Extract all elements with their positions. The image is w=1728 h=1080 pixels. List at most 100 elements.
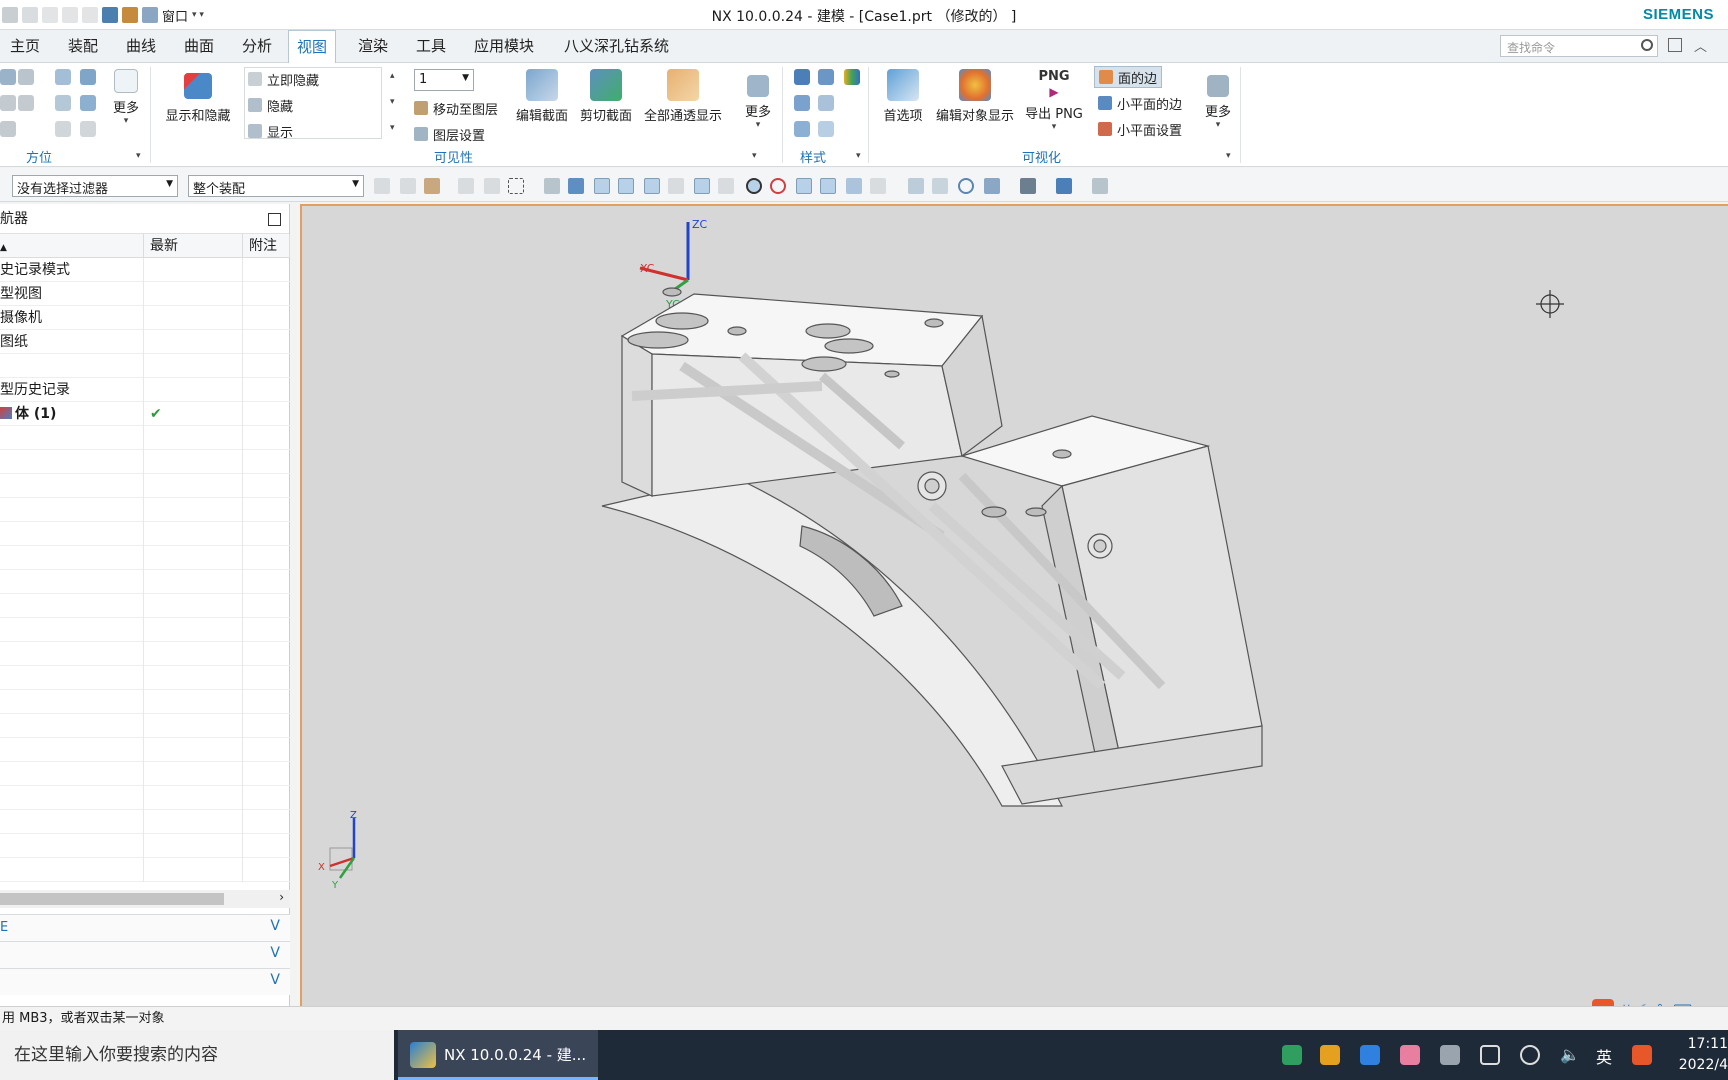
gallery-down-icon[interactable]: ▾ <box>390 97 395 107</box>
tab-surface[interactable]: 曲面 <box>176 30 222 63</box>
taskbar-search-input[interactable]: 在这里输入你要搜索的内容 <box>0 1030 394 1080</box>
snap-view-icon[interactable] <box>80 121 96 137</box>
facet-edges-toggle[interactable]: 小平面的边 <box>1098 92 1182 114</box>
rectangle-select-icon[interactable] <box>508 178 524 194</box>
camera-icon[interactable] <box>55 95 71 111</box>
shaded-with-edges-icon[interactable] <box>794 69 810 85</box>
command-search-input[interactable]: 查找命令 <box>1500 35 1658 57</box>
network-icon[interactable] <box>1520 1045 1540 1065</box>
view-orient-icon[interactable] <box>0 69 16 85</box>
tab-deep-hole-drill[interactable]: 八义深孔钻系统 <box>556 30 677 63</box>
face-analysis-icon[interactable] <box>818 121 834 137</box>
edit-object-display-button[interactable]: 编辑对象显示 <box>932 69 1018 124</box>
visibility-more-button[interactable]: 更多 ▾ <box>740 69 776 130</box>
list-item[interactable]: 摄像机 <box>0 306 290 330</box>
list-item[interactable]: 图纸 <box>0 330 290 354</box>
facet-settings-button[interactable]: 小平面设置 <box>1098 118 1182 140</box>
preview-panel[interactable]: V <box>0 968 290 995</box>
edit-section-button[interactable]: 编辑截面 <box>512 69 572 124</box>
layout-icon[interactable] <box>80 69 96 85</box>
instant-hide-button[interactable]: 立即隐藏 <box>248 68 319 90</box>
end-point-icon[interactable] <box>618 178 634 194</box>
tab-applications[interactable]: 应用模块 <box>466 30 542 63</box>
arc-center-icon[interactable] <box>746 178 762 194</box>
group-menu-icon[interactable]: ▾ <box>136 151 141 161</box>
tab-tools[interactable]: 工具 <box>408 30 454 63</box>
export-png-button[interactable]: PNG ▶ 导出 PNG ▾ <box>1022 69 1086 132</box>
render-style-icon[interactable] <box>1020 178 1036 194</box>
tab-curve[interactable]: 曲线 <box>118 30 164 63</box>
visualization-more-button[interactable]: 更多 ▾ <box>1200 69 1236 130</box>
perpendicular-icon[interactable] <box>718 178 734 194</box>
intersect-icon[interactable] <box>694 178 710 194</box>
existing-point-icon[interactable] <box>796 178 812 194</box>
chevron-down-icon[interactable]: V <box>270 918 280 934</box>
tray-app-icon[interactable] <box>1282 1045 1302 1065</box>
mid-point-icon[interactable] <box>644 178 660 194</box>
zoom-icon[interactable] <box>932 178 948 194</box>
rotate-icon[interactable] <box>55 121 71 137</box>
list-item[interactable]: 型视图 <box>0 282 290 306</box>
fit-view-icon[interactable] <box>55 69 71 85</box>
select-parent-icon[interactable] <box>400 178 416 194</box>
battery-icon[interactable] <box>1480 1045 1500 1065</box>
tab-view[interactable]: 视图 <box>288 30 337 63</box>
fit-icon[interactable] <box>908 178 924 194</box>
horizontal-scrollbar[interactable]: › <box>0 890 290 908</box>
tab-assembly[interactable]: 装配 <box>60 30 106 63</box>
group-menu-icon[interactable]: ▾ <box>1226 151 1231 161</box>
collapse-ribbon-icon[interactable]: ︿ <box>1694 36 1707 55</box>
point-on-curve-icon[interactable] <box>820 178 836 194</box>
show-hide-button[interactable]: 显示和隐藏 <box>160 69 236 124</box>
group-menu-icon[interactable]: ▾ <box>752 151 757 161</box>
rotate-icon[interactable] <box>958 178 974 194</box>
select-add-icon[interactable] <box>424 178 440 194</box>
move-to-layer-button[interactable]: 移动至图层 <box>414 97 498 119</box>
volume-icon[interactable]: 🔈 <box>1560 1045 1580 1065</box>
pan-icon[interactable] <box>18 95 34 111</box>
tab-home[interactable]: 主页 <box>2 30 48 63</box>
tray-sogou-icon[interactable] <box>1632 1045 1652 1065</box>
list-item[interactable] <box>0 354 290 378</box>
all-pass-display-button[interactable]: 全部通透显示 <box>640 69 726 124</box>
bracket-model[interactable] <box>601 287 1263 807</box>
zoom-icon[interactable] <box>0 95 16 111</box>
tab-analysis[interactable]: 分析 <box>234 30 280 63</box>
pencil-icon[interactable] <box>80 95 96 111</box>
quadrant-point-icon[interactable] <box>770 178 786 194</box>
orientation-more-button[interactable]: 更多 ▾ <box>108 69 144 126</box>
list-item[interactable]: 型历史记录 <box>0 378 290 402</box>
tray-flower-icon[interactable] <box>1400 1045 1420 1065</box>
work-layer-select[interactable]: 1 ▼ <box>414 69 474 91</box>
type-filter-select[interactable]: 没有选择过滤器 ▼ <box>12 175 178 197</box>
orient-view-icon[interactable] <box>984 178 1000 194</box>
snap-point-icon[interactable] <box>594 178 610 194</box>
shaded-icon[interactable] <box>818 69 834 85</box>
tray-shield-icon[interactable] <box>1320 1045 1340 1065</box>
details-panel[interactable]: V <box>0 941 290 968</box>
show-button[interactable]: 显示 <box>248 120 293 142</box>
tab-render[interactable]: 渲染 <box>350 30 396 63</box>
fit-icon[interactable] <box>0 121 16 137</box>
curve-point-icon[interactable] <box>668 178 684 194</box>
hide-button[interactable]: 隐藏 <box>248 94 293 116</box>
scroll-right-icon[interactable]: › <box>279 890 284 904</box>
general-select-icon[interactable] <box>374 178 390 194</box>
static-wireframe-icon[interactable] <box>794 121 810 137</box>
show-hide-icon[interactable] <box>1092 178 1108 194</box>
chevron-down-icon[interactable]: V <box>270 972 280 988</box>
group-menu-icon[interactable]: ▾ <box>856 151 861 161</box>
solid-select-icon[interactable] <box>568 178 584 194</box>
clip-section-button[interactable]: 剪切截面 <box>576 69 636 124</box>
column-header-notes[interactable]: 附注 <box>243 234 290 258</box>
dependencies-panel[interactable]: E V <box>0 914 290 941</box>
face-select-icon[interactable] <box>544 178 560 194</box>
preferences-button[interactable]: 首选项 <box>876 69 930 124</box>
selection-scope-select[interactable]: 整个装配 ▼ <box>188 175 364 197</box>
input-lang-indicator[interactable]: 英 <box>1596 1044 1612 1068</box>
chevron-down-icon[interactable]: V <box>270 945 280 961</box>
maximize-icon[interactable] <box>268 213 281 226</box>
graphics-window[interactable]: ZC XC YC Z X Y <box>300 204 1728 1006</box>
select-body-icon[interactable] <box>484 178 500 194</box>
scrollbar-thumb[interactable] <box>0 893 224 905</box>
